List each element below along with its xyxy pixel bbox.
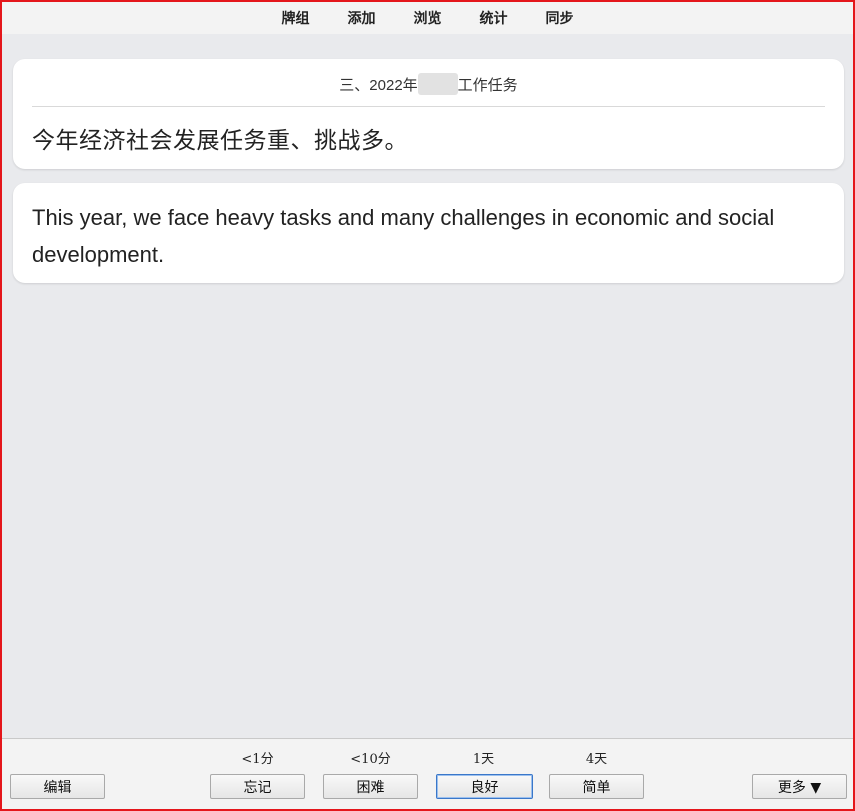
easy-button[interactable]: 简单 (549, 774, 644, 799)
card-front: 三、2022年 工作任务 今年经济社会发展任务重、挑战多。 (13, 59, 844, 169)
card-question: 今年经济社会发展任务重、挑战多。 (32, 128, 408, 154)
interval-good: 1天 (472, 752, 495, 767)
nav-stats[interactable]: 统计 (461, 8, 527, 28)
card-back: This year, we face heavy tasks and many … (13, 183, 844, 283)
interval-easy: 4天 (585, 752, 608, 767)
card-title: 三、2022年 工作任务 (13, 73, 844, 96)
card-answer: This year, we face heavy tasks and many … (32, 205, 775, 267)
top-navigation: 牌组 添加 浏览 统计 同步 (2, 2, 853, 34)
again-button[interactable]: 忘记 (210, 774, 305, 799)
hard-button[interactable]: 困难 (323, 774, 418, 799)
nav-sync[interactable]: 同步 (527, 8, 593, 28)
card-divider (32, 106, 825, 107)
answer-bar: <1分 <10分 1天 4天 编辑 忘记 困难 良好 简单 更多 ▼ (2, 738, 853, 809)
nav-browse[interactable]: 浏览 (395, 8, 461, 28)
redacted-block (417, 73, 458, 96)
edit-button[interactable]: 编辑 (10, 774, 105, 799)
nav-add[interactable]: 添加 (329, 8, 395, 28)
interval-hard: <10分 (350, 752, 391, 767)
interval-again: <1分 (241, 752, 274, 767)
nav-decks[interactable]: 牌组 (263, 8, 329, 28)
more-button[interactable]: 更多 ▼ (752, 774, 847, 799)
card-title-prefix: 三、2022年 (339, 77, 418, 94)
good-button[interactable]: 良好 (436, 774, 533, 799)
card-title-suffix: 工作任务 (457, 77, 518, 94)
